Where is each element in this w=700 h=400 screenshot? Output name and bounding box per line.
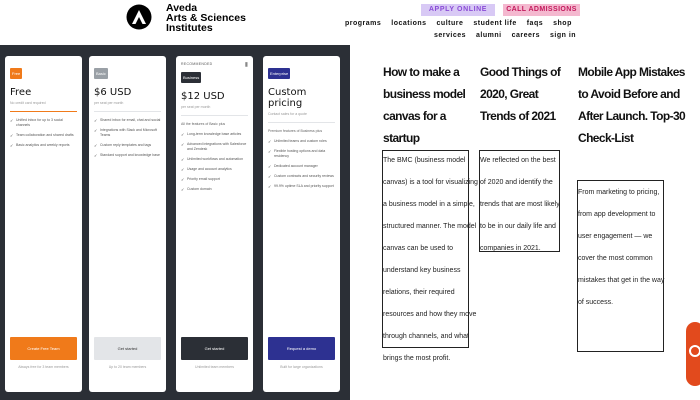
pricing-panel: Free Free No credit card required Unifie… bbox=[0, 45, 350, 400]
post-excerpt: From marketing to pricing, from app deve… bbox=[578, 189, 665, 306]
plan-feature: Flexible hosting options and data reside… bbox=[268, 149, 335, 159]
nav-student-life[interactable]: student life bbox=[473, 20, 516, 27]
plan-price: Free bbox=[10, 87, 32, 98]
plan-subtitle: per seat per month bbox=[181, 105, 211, 109]
plan-card-free: Free Free No credit card required Unifie… bbox=[5, 56, 82, 392]
nav-sign-in[interactable]: sign in bbox=[550, 32, 576, 39]
plan-feature: Custom contracts and security reviews bbox=[268, 174, 335, 179]
nav-faqs[interactable]: faqs bbox=[527, 20, 543, 27]
nav-careers[interactable]: careers bbox=[512, 32, 540, 39]
plan-tier-badge: Basic bbox=[94, 68, 108, 79]
plan-footnote: Unlimited team members bbox=[195, 365, 234, 369]
plan-subtitle: No credit card required bbox=[10, 101, 46, 105]
primary-nav: programs locations culture student life … bbox=[345, 20, 572, 27]
nav-alumni[interactable]: alumni bbox=[476, 32, 502, 39]
plan-feature: Usage and account analytics bbox=[181, 167, 248, 172]
plan-feature: Shared inbox for email, chat and social bbox=[94, 118, 161, 123]
secondary-nav: services alumni careers sign in bbox=[434, 32, 576, 39]
post-title-link[interactable]: Good Things of 2020, Great Trends of 202… bbox=[480, 61, 565, 127]
nav-locations[interactable]: locations bbox=[391, 20, 426, 27]
basic-get-started-button[interactable]: Get started bbox=[94, 337, 161, 360]
plan-feature: Custom domain bbox=[181, 187, 248, 192]
plan-subtitle: per seat per month bbox=[94, 101, 124, 105]
plan-divider bbox=[94, 111, 161, 112]
create-free-team-button[interactable]: Create Free Team bbox=[10, 337, 77, 360]
chat-icon bbox=[689, 345, 700, 357]
plan-tier-badge: Free bbox=[10, 68, 23, 79]
nav-culture[interactable]: culture bbox=[437, 20, 464, 27]
plan-footnote: Built for large organizations bbox=[280, 365, 323, 369]
nav-shop[interactable]: shop bbox=[553, 20, 572, 27]
brand-line-3: Institutes bbox=[166, 22, 213, 34]
post-title-link[interactable]: How to make a business model canvas for … bbox=[383, 61, 483, 149]
recommended-label: RECOMMENDED bbox=[181, 62, 213, 66]
plan-feature: Dedicated account manager bbox=[268, 164, 335, 169]
plan-feature: 99.9% uptime SLA and priority support bbox=[268, 184, 335, 189]
plan-feature-list: Unified inbox for up to 3 social channel… bbox=[10, 118, 77, 148]
plan-footnote: Always free for 3 team members bbox=[18, 365, 69, 369]
plan-footnote: Up to 20 team members bbox=[108, 365, 147, 369]
brand-wordmark[interactable]: Aveda Arts & Sciences Institutes bbox=[166, 3, 246, 34]
plan-feature: Basic analytics and weekly reports bbox=[10, 143, 77, 148]
plan-subtitle: Contact sales for a quote bbox=[268, 112, 307, 116]
plan-feature: Priority email support bbox=[181, 177, 248, 182]
plan-feature: Custom reply templates and tags bbox=[94, 143, 161, 148]
post-title-link[interactable]: Mobile App Mistakes to Avoid Before and … bbox=[578, 61, 696, 149]
plan-feature: Advanced integrations with Salesforce an… bbox=[181, 142, 248, 152]
apply-online-button[interactable]: APPLY ONLINE bbox=[421, 4, 495, 16]
plan-divider bbox=[268, 122, 335, 123]
plan-feature: Standard support and knowledge base bbox=[94, 153, 161, 158]
business-get-started-button[interactable]: Get started bbox=[181, 337, 248, 360]
plan-feature: Unlimited workflows and automation bbox=[181, 157, 248, 162]
plan-feature-list: Unlimited teams and custom roles Flexibl… bbox=[268, 139, 335, 189]
post-excerpt: We reflected on the best of 2020 and ide… bbox=[480, 157, 560, 252]
plan-feature: Team collaboration and shared drafts bbox=[10, 133, 77, 138]
plan-price: $6 USD bbox=[94, 87, 132, 98]
request-demo-button[interactable]: Request a demo bbox=[268, 337, 335, 360]
plan-price: $12 USD bbox=[181, 91, 225, 102]
plan-feature-list: Shared inbox for email, chat and social … bbox=[94, 118, 161, 158]
call-admissions-button[interactable]: CALL ADMISSIONS bbox=[503, 4, 580, 16]
plan-card-basic: Basic $6 USD per seat per month Shared i… bbox=[89, 56, 166, 392]
plan-features-intro: Premium features of Business plus bbox=[268, 129, 323, 133]
plan-divider bbox=[10, 111, 77, 112]
plan-price: Custom pricing bbox=[268, 87, 307, 109]
plan-card-enterprise: Enterprise Custom pricing Contact sales … bbox=[263, 56, 340, 392]
aveda-logo-icon[interactable] bbox=[120, 4, 158, 30]
plan-tier-badge: Enterprise bbox=[268, 68, 291, 79]
plan-tier-badge: Business bbox=[181, 72, 202, 83]
plan-feature: Long-term knowledge base articles bbox=[181, 132, 248, 137]
nav-programs[interactable]: programs bbox=[345, 20, 381, 27]
plan-feature-list: Long-term knowledge base articles Advanc… bbox=[181, 132, 248, 192]
post-excerpt: The BMC (business model canvas) is a too… bbox=[383, 157, 478, 362]
plan-feature: Integrations with Slack and Microsoft Te… bbox=[94, 128, 161, 138]
plan-features-intro: All the features of Basic plus bbox=[181, 122, 226, 126]
document-icon: ▮ bbox=[244, 62, 248, 68]
plan-feature: Unlimited teams and custom roles bbox=[268, 139, 335, 144]
plan-card-business: RECOMMENDED ▮ Business $12 USD per seat … bbox=[176, 56, 253, 392]
nav-services[interactable]: services bbox=[434, 32, 466, 39]
plan-feature: Unified inbox for up to 3 social channel… bbox=[10, 118, 77, 128]
chat-widget-button[interactable] bbox=[686, 322, 700, 386]
plan-divider bbox=[181, 115, 248, 116]
